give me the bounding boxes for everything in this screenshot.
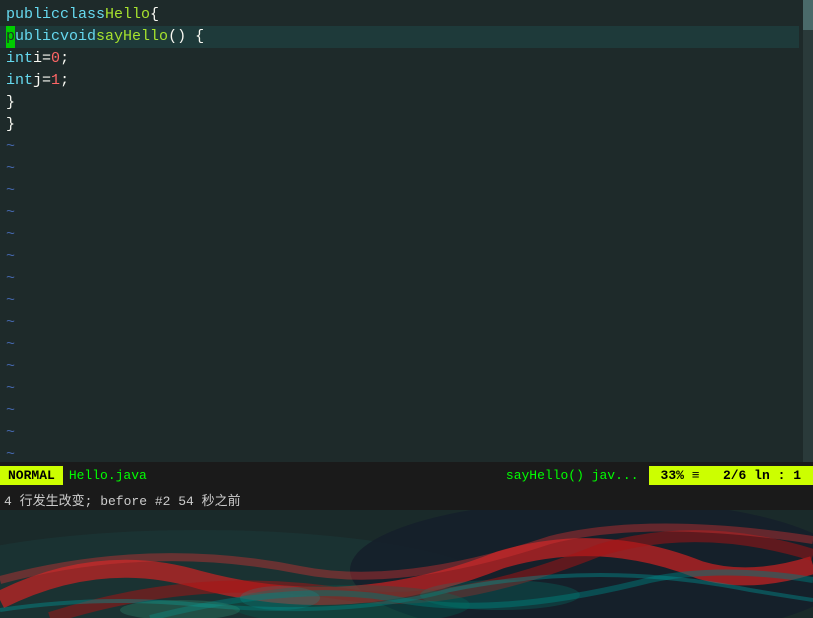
code-token: int <box>6 48 33 70</box>
tilde-line: ~ <box>0 136 799 158</box>
tilde-line: ~ <box>0 202 799 224</box>
code-token: ; <box>60 70 69 92</box>
tilde-line: ~ <box>0 378 799 400</box>
code-token: ublic <box>15 26 60 48</box>
message-text: 4 行发生改变; before #2 54 秒之前 <box>4 490 241 509</box>
code-line: int j = 1; <box>0 70 799 92</box>
bottom-decorative-area <box>0 510 813 618</box>
code-token: 0 <box>51 48 60 70</box>
code-token: } <box>6 114 15 136</box>
code-token: } <box>6 92 15 114</box>
code-token: Hello <box>105 4 150 26</box>
code-token: { <box>150 4 159 26</box>
code-token: 1 <box>51 70 60 92</box>
code-line: public void sayHello() { <box>0 26 799 48</box>
tilde-line: ~ <box>0 268 799 290</box>
code-line: } <box>0 92 799 114</box>
code-token: class <box>60 4 105 26</box>
code-line: int i = 0; <box>0 48 799 70</box>
tilde-line: ~ <box>0 224 799 246</box>
tilde-line: ~ <box>0 246 799 268</box>
tilde-line: ~ <box>0 312 799 334</box>
tilde-line: ~ <box>0 422 799 444</box>
position-info: 33% ≡ 2/6 ln : 1 <box>649 466 813 485</box>
code-token: sayHello <box>96 26 168 48</box>
code-token: ; <box>60 48 69 70</box>
code-token: i <box>33 48 42 70</box>
message-bar: 4 行发生改变; before #2 54 秒之前 <box>0 488 813 510</box>
mode-indicator: NORMAL <box>0 466 63 485</box>
tilde-line: ~ <box>0 400 799 422</box>
tilde-line: ~ <box>0 158 799 180</box>
tilde-line: ~ <box>0 180 799 202</box>
code-token: = <box>42 48 51 70</box>
tilde-line: ~ <box>0 444 799 462</box>
code-token: void <box>60 26 96 48</box>
editor-area[interactable]: public class Hello{public void sayHello(… <box>0 0 813 462</box>
code-token: j <box>33 70 42 92</box>
context-info: sayHello() jav... <box>506 468 639 483</box>
tilde-line: ~ <box>0 356 799 378</box>
code-token: public <box>6 4 60 26</box>
status-bar: NORMAL Hello.java sayHello() jav... 33% … <box>0 462 813 488</box>
tilde-line: ~ <box>0 290 799 312</box>
code-line: public class Hello{ <box>0 4 799 26</box>
tilde-line: ~ <box>0 334 799 356</box>
code-token: = <box>42 70 51 92</box>
code-token: int <box>6 70 33 92</box>
scrollbar-thumb[interactable] <box>803 0 813 30</box>
filename: Hello.java <box>69 468 147 483</box>
scrollbar[interactable] <box>803 0 813 462</box>
code-line: } <box>0 114 799 136</box>
abstract-art <box>0 510 813 618</box>
code-token: p <box>6 26 15 48</box>
code-token: () { <box>168 26 204 48</box>
